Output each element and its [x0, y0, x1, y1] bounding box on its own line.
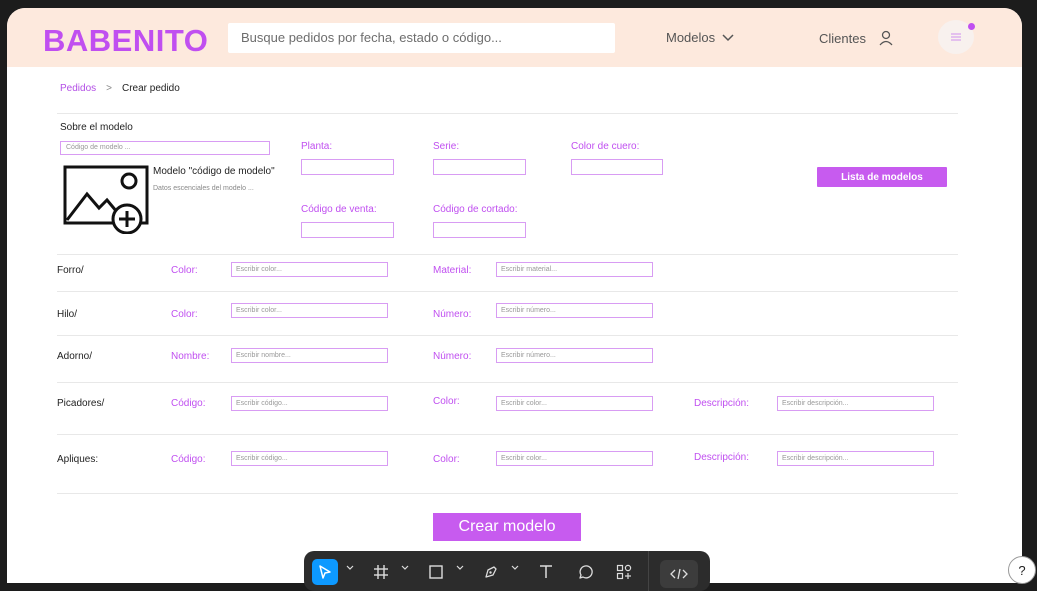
cursor-icon	[319, 565, 331, 579]
adorno-numero-label: Número:	[433, 351, 472, 362]
hilo-color-label: Color:	[171, 309, 198, 320]
color-cuero-label: Color de cuero:	[571, 141, 640, 152]
model-name: Modelo "código de modelo"	[153, 166, 275, 177]
divider	[57, 254, 958, 255]
apliques-color-label: Color:	[433, 454, 460, 465]
logo[interactable]: BABENITO	[43, 23, 208, 59]
forro-material-label: Material:	[433, 265, 472, 276]
crear-modelo-button[interactable]: Crear modelo	[433, 513, 581, 541]
planta-input[interactable]	[301, 159, 394, 175]
codigo-cortado-label: Código de cortado:	[433, 204, 518, 215]
adorno-label: Adorno/	[57, 351, 93, 362]
header: BABENITO Busque pedidos por fecha, estad…	[7, 8, 1022, 67]
forro-material-input[interactable]: Escribir material...	[496, 262, 653, 277]
adorno-numero-input[interactable]: Escribir número...	[496, 348, 653, 363]
hilo-numero-label: Número:	[433, 309, 472, 320]
hash-frame-icon	[374, 565, 388, 579]
model-description: Datos escenciales del modelo ...	[153, 185, 254, 192]
search-input[interactable]: Busque pedidos por fecha, estado o códig…	[228, 23, 615, 53]
divider	[57, 291, 958, 292]
pen-tool[interactable]	[480, 561, 502, 583]
rectangle-icon	[429, 565, 443, 579]
comment-tool[interactable]	[574, 561, 596, 583]
adorno-nombre-input[interactable]: Escribir nombre...	[231, 348, 388, 363]
section-title: Sobre el modelo	[60, 122, 133, 133]
pen-icon	[485, 566, 497, 578]
components-tool[interactable]	[613, 561, 635, 583]
breadcrumb-pedidos[interactable]: Pedidos	[60, 83, 96, 94]
codigo-cortado-input[interactable]	[433, 222, 526, 238]
apliques-codigo-input[interactable]: Escribir código...	[231, 451, 388, 466]
divider	[57, 493, 958, 494]
picadores-codigo-label: Código:	[171, 398, 206, 409]
picadores-label: Picadores/	[57, 398, 105, 409]
components-icon	[616, 564, 632, 580]
frame-tool[interactable]	[370, 561, 392, 583]
rectangle-tool[interactable]	[425, 561, 447, 583]
lista-modelos-button[interactable]: Lista de modelos	[817, 167, 947, 187]
text-icon	[540, 565, 552, 578]
chevron-down-icon	[722, 33, 734, 41]
divider	[57, 335, 958, 336]
notification-dot	[968, 23, 975, 30]
hilo-color-input[interactable]: Escribir color...	[231, 303, 388, 318]
breadcrumb-current: Crear pedido	[121, 83, 180, 94]
apliques-color-input[interactable]: Escribir color...	[496, 451, 653, 466]
forro-color-label: Color:	[171, 265, 198, 276]
forro-label: Forro/	[57, 265, 84, 276]
forro-color-input[interactable]: Escribir color...	[231, 262, 388, 277]
picadores-descripcion-input[interactable]: Escribir descripción...	[777, 396, 934, 411]
help-button[interactable]: ?	[1008, 556, 1036, 584]
nav-clientes-label: Clientes	[819, 30, 866, 46]
apliques-descripcion-label: Descripción:	[694, 452, 750, 463]
hilo-label: Hilo/	[57, 309, 78, 320]
comment-icon	[579, 565, 593, 579]
model-code-input[interactable]: Código de modelo ...	[60, 141, 270, 155]
chevron-down-icon[interactable]	[456, 564, 464, 572]
move-tool[interactable]	[312, 559, 338, 585]
codigo-venta-label: Código de venta:	[301, 204, 377, 215]
serie-input[interactable]	[433, 159, 526, 175]
adorno-nombre-label: Nombre:	[171, 351, 210, 362]
nav-clientes[interactable]: Clientes	[819, 30, 894, 46]
breadcrumb: Pedidos > Crear pedido	[60, 83, 180, 94]
code-icon	[670, 568, 688, 580]
codigo-venta-input[interactable]	[301, 222, 394, 238]
breadcrumb-separator: >	[106, 83, 112, 94]
toolbar-divider	[648, 551, 649, 591]
chevron-down-icon[interactable]	[401, 564, 409, 572]
picadores-descripcion-label: Descripción:	[694, 398, 750, 409]
design-toolbar	[304, 551, 710, 591]
picadores-codigo-input[interactable]: Escribir código...	[231, 396, 388, 411]
dev-mode-tool[interactable]	[660, 560, 698, 588]
picadores-color-input[interactable]: Escribir color...	[496, 396, 653, 411]
nav-modelos[interactable]: Modelos	[666, 30, 735, 45]
picadores-color-label: Color:	[433, 396, 460, 407]
text-tool[interactable]	[535, 561, 557, 583]
add-image-icon[interactable]	[63, 164, 149, 234]
nav-modelos-label: Modelos	[666, 30, 716, 45]
apliques-label: Apliques:	[57, 454, 99, 465]
serie-label: Serie:	[433, 141, 460, 152]
divider	[57, 382, 958, 383]
chevron-down-icon[interactable]	[346, 564, 354, 572]
menu-icon	[951, 33, 961, 41]
divider	[57, 113, 958, 114]
hilo-numero-input[interactable]: Escribir número...	[496, 303, 653, 318]
color-cuero-input[interactable]	[571, 159, 663, 175]
chevron-down-icon[interactable]	[511, 564, 519, 572]
apliques-codigo-label: Código:	[171, 454, 206, 465]
planta-label: Planta:	[301, 141, 333, 152]
user-icon	[879, 30, 893, 46]
apliques-descripcion-input[interactable]: Escribir descripción...	[777, 451, 934, 466]
divider	[57, 434, 958, 435]
app-frame: BABENITO Busque pedidos por fecha, estad…	[7, 8, 1022, 583]
